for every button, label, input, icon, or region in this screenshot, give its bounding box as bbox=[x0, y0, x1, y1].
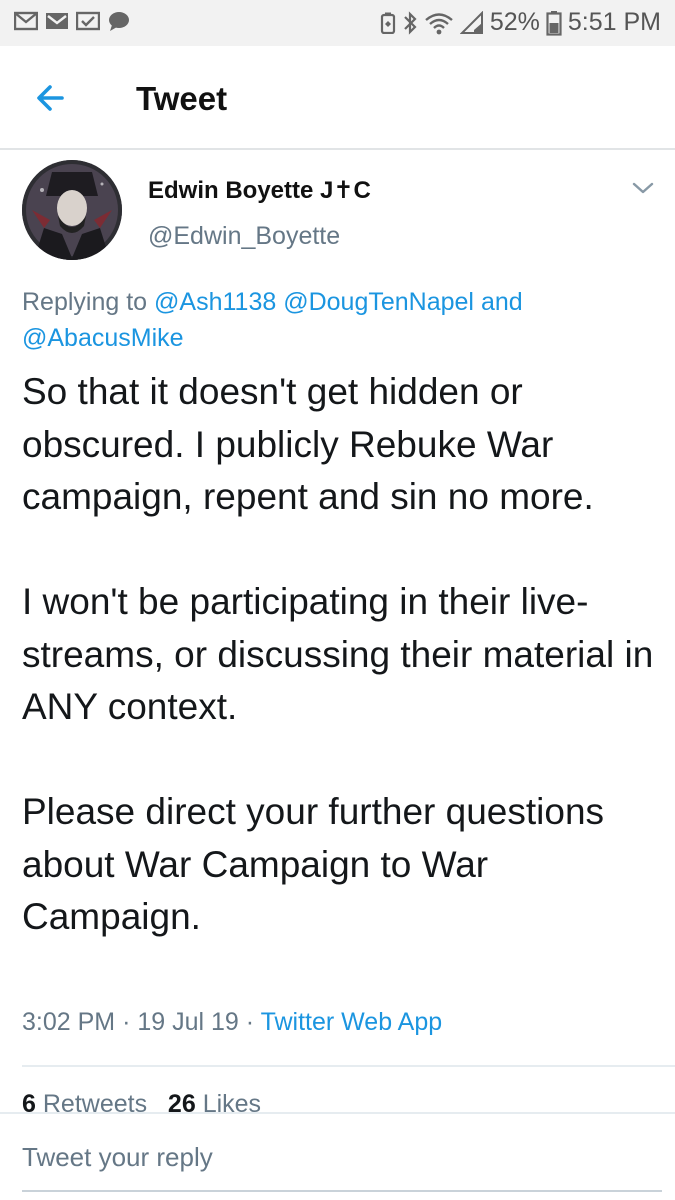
retweets-label: Retweets bbox=[42, 1090, 148, 1114]
replying-prefix: Replying to bbox=[22, 288, 148, 316]
avatar[interactable] bbox=[22, 160, 122, 260]
mail-icon bbox=[13, 10, 39, 32]
tweet-time: 3:02 PM bbox=[22, 1008, 116, 1036]
chat-bubble-icon bbox=[107, 10, 131, 32]
battery-saver-icon bbox=[380, 12, 396, 34]
system-status: 52% 5:51 PM bbox=[380, 8, 661, 37]
tweet-menu-button[interactable] bbox=[630, 178, 656, 198]
tweet-text: So that it doesn't get hidden or obscure… bbox=[22, 366, 662, 944]
tweet-meta: 3:02 PM · 19 Jul 19 · Twitter Web App bbox=[22, 1008, 442, 1037]
avatar-image bbox=[22, 160, 122, 260]
mail-check-icon bbox=[75, 10, 101, 32]
back-arrow-icon bbox=[37, 85, 64, 111]
bluetooth-icon bbox=[402, 10, 418, 35]
meta-separator: · bbox=[122, 1008, 131, 1036]
chevron-down-icon bbox=[632, 182, 654, 194]
battery-percent: 52% bbox=[489, 8, 540, 36]
page-title: Tweet bbox=[136, 80, 228, 117]
status-bar: 52% 5:51 PM bbox=[0, 0, 675, 46]
tweet-source-link[interactable]: Twitter Web App bbox=[261, 1008, 443, 1036]
likes-label: Likes bbox=[202, 1090, 262, 1114]
replying-and[interactable]: and bbox=[481, 288, 523, 316]
meta-separator: · bbox=[245, 1008, 255, 1036]
signal-icon bbox=[459, 10, 484, 35]
mention-link[interactable]: @DougTenNapel bbox=[283, 288, 474, 316]
app-header: Tweet bbox=[0, 46, 675, 150]
tweet-paragraph: So that it doesn't get hidden or obscure… bbox=[22, 371, 594, 517]
reply-bar: Tweet your reply bbox=[0, 1112, 675, 1200]
author-name[interactable]: Edwin Boyette J✝C bbox=[148, 176, 371, 205]
likes-stat[interactable]: 26 Likes bbox=[168, 1090, 261, 1114]
wifi-icon bbox=[424, 11, 454, 35]
back-button[interactable] bbox=[28, 78, 76, 118]
reply-input-underline bbox=[22, 1190, 662, 1192]
divider bbox=[22, 1065, 675, 1067]
notification-icons bbox=[13, 10, 131, 32]
mention-link[interactable]: @Ash1138 bbox=[154, 288, 276, 316]
mention-link[interactable]: @AbacusMike bbox=[22, 324, 184, 352]
tweet-paragraph: I won't be participating in their live-s… bbox=[22, 581, 654, 727]
author-handle[interactable]: @Edwin_Boyette bbox=[148, 222, 340, 251]
reply-input[interactable]: Tweet your reply bbox=[22, 1142, 213, 1173]
clock: 5:51 PM bbox=[567, 8, 661, 36]
tweet-stats: 6 Retweets 26 Likes bbox=[22, 1090, 422, 1114]
battery-icon bbox=[546, 10, 562, 36]
tweet-paragraph: Please direct your further questions abo… bbox=[22, 791, 605, 937]
retweets-stat[interactable]: 6 Retweets bbox=[22, 1090, 147, 1114]
replying-to: Replying to @Ash1138 @DougTenNapel and @… bbox=[22, 284, 622, 356]
likes-count: 26 bbox=[167, 1090, 196, 1114]
gmail-icon bbox=[45, 10, 69, 32]
tweet-date: 19 Jul 19 bbox=[137, 1008, 239, 1036]
retweets-count: 6 bbox=[22, 1090, 36, 1114]
